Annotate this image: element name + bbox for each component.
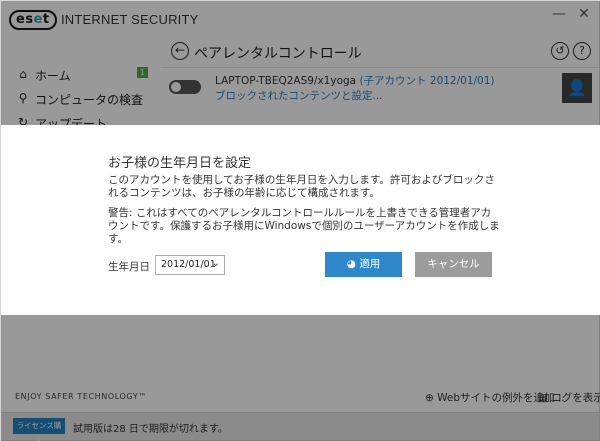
birthdate-value: 2012/01/01 [161, 259, 216, 270]
birthdate-picker[interactable]: 2012/01/01 ⌄ [155, 255, 225, 275]
dialog-title: お子様の生年月日を設定 [108, 156, 252, 171]
cancel-button[interactable]: キャンセル [415, 252, 492, 277]
chevron-down-icon: ⌄ [211, 258, 220, 269]
dialog-warning: 警告: これはすべてのペアレンタルコントロールルールを上書きできる管理者アカウン… [108, 207, 500, 245]
birthdate-label: 生年月日 [108, 261, 150, 273]
app-window: eset INTERNET SECURITY — ✕ ⌂ ホーム 1 ⚲ コンピ… [0, 0, 600, 441]
shield-icon: ◕ [346, 258, 356, 270]
dialog-description: このアカウントを使用してお子様の生年月日を入力します。許可およびブロックされるコ… [108, 174, 495, 199]
apply-button[interactable]: ◕ 適用 [325, 252, 402, 277]
